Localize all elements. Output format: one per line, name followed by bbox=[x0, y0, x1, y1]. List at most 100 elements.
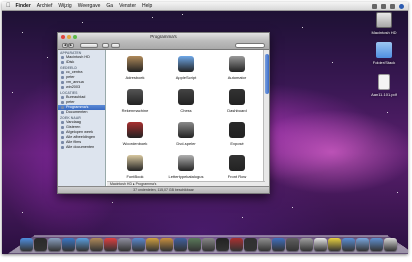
app-label: Lettertypekatalogus bbox=[168, 174, 204, 179]
sidebar-item-documenten[interactable]: Documenten bbox=[58, 110, 105, 115]
status-bar: 37 onderdelen, 115,07 GB beschikbaar bbox=[58, 186, 269, 193]
sidebar-item-search[interactable]: Alle documenten bbox=[58, 145, 105, 150]
app-item[interactable]: Front Row bbox=[213, 155, 261, 179]
garageband-icon[interactable] bbox=[159, 238, 173, 251]
scrollbar-thumb[interactable] bbox=[265, 54, 269, 94]
app-label: Woordenboek bbox=[122, 141, 148, 146]
search-input[interactable] bbox=[235, 43, 265, 48]
stickies-icon[interactable] bbox=[327, 238, 341, 251]
quicktime-icon[interactable] bbox=[271, 238, 285, 251]
desktop-icon-hard-drive[interactable]: Macintosh HD bbox=[364, 12, 404, 35]
file-icon-view: Adresboek AppleScript Automator Rekenmachin… bbox=[107, 50, 265, 188]
ical-icon[interactable] bbox=[103, 238, 117, 251]
menu-weergave[interactable]: Weergave bbox=[78, 2, 101, 11]
iphoto-icon[interactable] bbox=[145, 238, 159, 251]
app-item[interactable]: Automator bbox=[213, 56, 261, 80]
downloads-stack-icon[interactable] bbox=[369, 238, 383, 251]
star bbox=[12, 92, 13, 93]
window-title: Programma's bbox=[150, 34, 177, 39]
menu-help[interactable]: Help bbox=[142, 2, 152, 11]
vertical-scrollbar[interactable] bbox=[263, 50, 269, 188]
address-book-icon[interactable] bbox=[89, 238, 103, 251]
finder-icon[interactable] bbox=[19, 238, 33, 251]
dvd-icon[interactable] bbox=[257, 238, 271, 251]
star bbox=[292, 207, 293, 208]
window-titlebar[interactable]: Programma's bbox=[58, 33, 269, 41]
menu-wijzig[interactable]: Wijzig bbox=[58, 2, 71, 11]
menubar-status-area bbox=[372, 2, 404, 11]
star bbox=[22, 32, 23, 33]
app-item[interactable]: Lettertypekatalogus bbox=[162, 155, 210, 179]
time-machine-icon[interactable] bbox=[187, 238, 201, 251]
app-label: AppleScript bbox=[175, 75, 197, 80]
app-label: Automator bbox=[227, 75, 247, 80]
ichat-icon[interactable] bbox=[75, 238, 89, 251]
window-toolbar: ◀ ▶ bbox=[58, 41, 269, 50]
quicklook-icon[interactable] bbox=[102, 43, 109, 48]
automator-icon[interactable] bbox=[299, 238, 313, 251]
app-item[interactable]: Woordenboek bbox=[111, 122, 159, 146]
wifi-icon[interactable] bbox=[381, 4, 386, 9]
sidebar-item-idisk[interactable]: iDisk bbox=[58, 60, 105, 65]
dictionary-icon bbox=[127, 122, 143, 138]
documents-stack-icon[interactable] bbox=[355, 238, 369, 251]
hard-drive-icon bbox=[376, 12, 392, 28]
frontrow-icon[interactable] bbox=[243, 238, 257, 251]
photo-booth-icon[interactable] bbox=[229, 238, 243, 251]
itunes-icon[interactable] bbox=[131, 238, 145, 251]
font-book-icon bbox=[127, 155, 143, 171]
mail-icon[interactable] bbox=[47, 238, 61, 251]
spotlight-icon[interactable] bbox=[399, 4, 404, 9]
dvd-player-icon bbox=[178, 122, 194, 138]
apple-menu-icon[interactable]:  bbox=[6, 2, 11, 11]
app-item[interactable]: Dvd-speler bbox=[162, 122, 210, 146]
star bbox=[397, 192, 398, 193]
desktop-icon-pdf[interactable]: Aan11.101.pdf bbox=[364, 74, 404, 97]
app-item[interactable]: AppleScript bbox=[162, 56, 210, 80]
star bbox=[387, 112, 388, 113]
address-book-icon bbox=[127, 56, 143, 72]
desktop-icon-folder[interactable]: Folder/Stack bbox=[364, 42, 404, 65]
menu-ga[interactable]: Ga bbox=[106, 2, 113, 11]
desktop-icon-label: Folder/Stack bbox=[372, 60, 396, 65]
applescript-folder-icon bbox=[178, 56, 194, 72]
volume-icon[interactable] bbox=[390, 4, 395, 9]
star bbox=[82, 22, 83, 23]
app-label: FontBook bbox=[126, 174, 144, 179]
terminal-icon[interactable] bbox=[215, 238, 229, 251]
star bbox=[152, 17, 153, 18]
system-preferences-icon[interactable] bbox=[201, 238, 215, 251]
menu-bar:  Finder Archief Wijzig Weergave Ga Vens… bbox=[2, 2, 408, 11]
calculator-icon bbox=[127, 89, 143, 105]
view-mode-buttons[interactable] bbox=[80, 43, 98, 48]
app-item[interactable]: Rekenmachine bbox=[111, 89, 159, 113]
star bbox=[182, 14, 183, 15]
app-item[interactable]: Exposé bbox=[213, 122, 261, 146]
dashboard-icon[interactable] bbox=[33, 238, 47, 251]
app-item[interactable]: Dashboard bbox=[213, 89, 261, 113]
sidebar-item-shared[interactable]: win2003 bbox=[58, 85, 105, 90]
pdf-document-icon bbox=[378, 74, 390, 90]
app-label: Chess bbox=[180, 108, 192, 113]
safari-icon[interactable] bbox=[61, 238, 75, 251]
menu-finder[interactable]: Finder bbox=[16, 2, 31, 11]
app-item[interactable]: FontBook bbox=[111, 155, 159, 179]
menu-venster[interactable]: Venster bbox=[119, 2, 136, 11]
app-label: Adresboek bbox=[125, 75, 145, 80]
applications-stack-icon[interactable] bbox=[341, 238, 355, 251]
app-item[interactable]: Adresboek bbox=[111, 56, 159, 80]
folder-icon bbox=[376, 42, 392, 58]
bluetooth-icon[interactable] bbox=[372, 4, 377, 9]
action-gear-icon[interactable] bbox=[111, 43, 120, 48]
app-label: Rekenmachine bbox=[121, 108, 149, 113]
preview-icon[interactable] bbox=[117, 238, 131, 251]
textedit-icon[interactable] bbox=[313, 238, 327, 251]
forward-icon[interactable]: ▶ bbox=[68, 43, 74, 48]
star bbox=[47, 57, 48, 58]
menu-archief[interactable]: Archief bbox=[37, 2, 53, 11]
spaces-icon[interactable] bbox=[173, 238, 187, 251]
desktop-icon-label: Aan11.101.pdf bbox=[371, 92, 397, 97]
trash-icon[interactable] bbox=[383, 238, 397, 251]
chess-icon[interactable] bbox=[285, 238, 299, 251]
app-item[interactable]: Chess bbox=[162, 89, 210, 113]
